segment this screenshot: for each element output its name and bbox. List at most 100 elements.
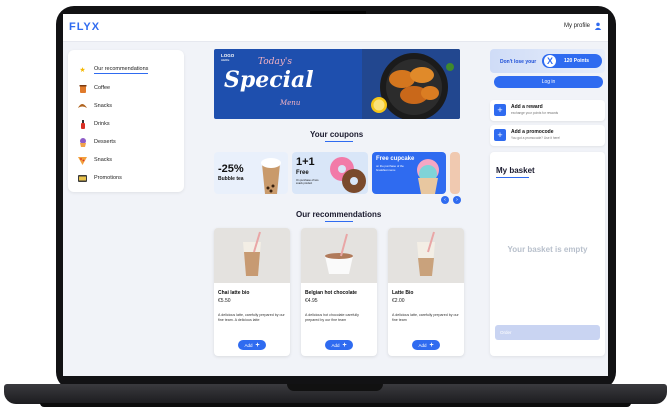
coupon-free-cupcake[interactable]: Free cupcake on the purchase of the brea… <box>372 152 446 194</box>
coupons-title-underline <box>325 141 353 142</box>
basket-title-underline <box>496 177 529 178</box>
croissant-icon <box>78 102 87 111</box>
coffee-cup-icon <box>78 84 87 93</box>
recommendations-title: Our recommendations <box>296 210 382 219</box>
category-sidebar: ★ Our recommendations Coffee Snacks Drin… <box>68 50 184 192</box>
bubble-tea-image <box>261 158 281 194</box>
coupons-title: Your coupons <box>310 130 364 139</box>
coupon-small-print: on the purchase of the breakfast menu <box>376 164 404 172</box>
basket-panel: My basket Your basket is empty Order <box>490 152 605 356</box>
coupon-one-plus-one[interactable]: 1+1 Free On purchase of two snack produc… <box>292 152 368 194</box>
plus-icon: + <box>255 341 260 349</box>
product-card-chai-latte[interactable]: Chai latte bio €5.50 A delicious latte, … <box>214 228 290 356</box>
sidebar-item-snacks[interactable]: Snacks <box>78 100 112 112</box>
banner-subtitle: Menu <box>280 99 301 107</box>
add-promocode-button[interactable]: + Add a promocode You got a promocode? U… <box>490 125 605 146</box>
app-screen: FLYX My profile ★ Our recommendations Co… <box>63 14 608 376</box>
coupon-headline: Free cupcake <box>376 156 415 162</box>
star-icon: ★ <box>79 67 86 74</box>
add-button-label: Add <box>244 342 253 348</box>
plus-icon: + <box>429 341 434 349</box>
loyalty-tagline: Don't lose your <box>500 59 537 65</box>
banner-title: Special <box>224 67 314 93</box>
sidebar-item-label: Our recommendations <box>94 66 149 74</box>
bottle-icon <box>78 119 87 129</box>
coupon-partial[interactable] <box>450 152 460 194</box>
profile-link[interactable]: My profile <box>564 23 590 29</box>
sidebar-item-desserts[interactable]: Desserts <box>78 136 116 148</box>
action-title: Add a reward <box>511 104 543 110</box>
product-name: Latte Bio <box>392 290 414 296</box>
recommendations-title-underline <box>325 221 353 222</box>
loyalty-points-box: Don't lose your X 120 Points <box>490 49 605 73</box>
banner-logo-subtext: HERE <box>221 58 230 62</box>
product-price: €5.50 <box>218 298 231 304</box>
sidebar-item-coffee[interactable]: Coffee <box>78 82 110 94</box>
sidebar-item-label: Coffee <box>94 85 111 91</box>
add-reward-button[interactable]: + Add a reward exchange your points for … <box>490 100 605 121</box>
coupon-subtitle: Bubble tea <box>218 176 244 182</box>
chai-latte-image <box>214 228 290 283</box>
product-description: A delicious hot chocolate carefully prep… <box>305 313 359 322</box>
coupon-small-print: On purchase of two snack product <box>296 179 319 185</box>
plus-icon: + <box>342 341 347 349</box>
donuts-image <box>330 157 366 193</box>
top-bar: FLYX My profile <box>63 14 608 42</box>
coupons-next-arrow[interactable]: › <box>453 196 461 204</box>
laptop-feet <box>40 403 631 407</box>
cupcake-image <box>417 159 439 194</box>
order-button[interactable]: Order <box>495 325 600 340</box>
product-price: €4.95 <box>305 298 318 304</box>
pizza-slice-icon <box>78 156 87 165</box>
sidebar-item-promotions[interactable]: Promotions <box>78 172 122 184</box>
action-title: Add a promocode <box>511 129 554 135</box>
sidebar-item-label: Drinks <box>94 121 110 127</box>
product-description: A delicious latte, carefully prepared by… <box>218 313 285 322</box>
add-button-label: Add <box>331 342 340 348</box>
app-logo[interactable]: FLYX <box>69 21 100 33</box>
points-badge: X 120 Points <box>542 54 602 68</box>
add-to-basket-button[interactable]: Add + <box>325 340 353 350</box>
latte-bio-image <box>388 228 464 283</box>
ticket-icon <box>78 174 87 183</box>
coupon-subtitle: Free <box>296 170 309 176</box>
coupon-headline: 1+1 <box>296 156 315 168</box>
banner-pre-title: Today's <box>258 57 293 67</box>
coupon-headline: -25% <box>218 163 244 175</box>
basket-empty-message: Your basket is empty <box>507 245 588 254</box>
laptop-frame: FLYX My profile ★ Our recommendations Co… <box>0 0 671 412</box>
user-icon[interactable] <box>594 22 602 30</box>
coupons-prev-arrow[interactable]: ‹ <box>441 196 449 204</box>
plus-icon: + <box>494 104 506 116</box>
sidebar-item-recommendations[interactable]: ★ Our recommendations <box>78 64 149 76</box>
add-to-basket-button[interactable]: Add + <box>238 340 266 350</box>
plus-icon: + <box>494 129 506 141</box>
fried-chicken-image <box>362 49 460 119</box>
laptop-hinge-dip <box>287 384 383 391</box>
product-card-hot-chocolate[interactable]: Belgian hot chocolate €4.95 A delicious … <box>301 228 377 356</box>
coupon-bubble-tea[interactable]: -25% Bubble tea <box>214 152 288 194</box>
product-description: A delicious latte, carefully prepared by… <box>392 313 459 322</box>
flyx-x-icon: X <box>544 55 556 67</box>
sidebar-item-label: Snacks <box>94 103 113 109</box>
product-price: €2.00 <box>392 298 405 304</box>
product-card-latte-bio[interactable]: Latte Bio €2.00 A delicious latte, caref… <box>388 228 464 356</box>
basket-title: My basket <box>496 166 535 175</box>
cupcake-icon <box>78 137 87 147</box>
special-menu-banner[interactable]: LOGO HERE Today's Special Menu <box>214 49 460 119</box>
login-button[interactable]: Log in <box>494 76 603 88</box>
action-subtitle: exchange your points for rewards <box>511 111 559 115</box>
action-subtitle: You got a promocode? Use it here! <box>511 136 561 140</box>
sidebar-item-drinks[interactable]: Drinks <box>78 118 110 130</box>
product-name: Belgian hot chocolate <box>305 290 357 296</box>
sidebar-item-label: Desserts <box>94 139 116 145</box>
points-value: 120 Points <box>564 58 590 64</box>
banner-logo: LOGO HERE <box>221 53 234 62</box>
hot-chocolate-image <box>301 228 377 283</box>
sidebar-item-label: Snacks <box>94 157 113 163</box>
sidebar-item-label: Promotions <box>94 175 122 181</box>
add-button-label: Add <box>418 342 427 348</box>
add-to-basket-button[interactable]: Add + <box>412 340 440 350</box>
sidebar-item-snacks-2[interactable]: Snacks <box>78 154 112 166</box>
product-name: Chai latte bio <box>218 290 250 296</box>
